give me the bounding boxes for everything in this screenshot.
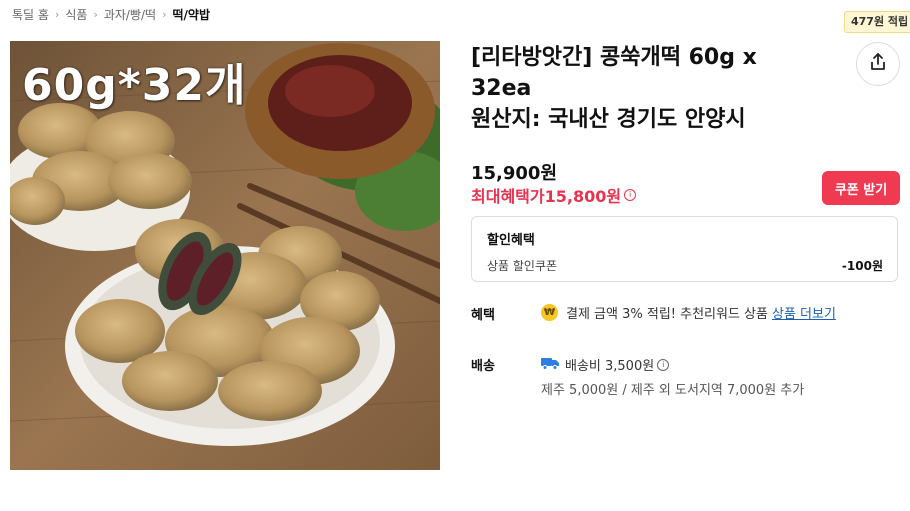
delivery-row: 배송비 3,500원 i: [541, 355, 670, 374]
more-products-link[interactable]: 상품 더보기: [772, 303, 836, 322]
info-icon[interactable]: i: [624, 189, 637, 201]
product-origin: 원산지: 국내산 경기도 안양시: [471, 107, 746, 132]
share-icon: [868, 52, 888, 76]
delivery-fee: 배송비 3,500원: [565, 359, 655, 374]
coupon-button[interactable]: 쿠폰 받기: [822, 171, 900, 205]
product-price: 15,900원: [471, 163, 558, 184]
max-benefit-value: 15,800원: [544, 187, 622, 206]
image-caption: 60g*32개: [22, 60, 247, 111]
chevron-right-icon: ›: [93, 7, 98, 21]
benefit-row: ₩ 결제 금액 3% 적립! 추천리워드 상품 상품 더보기: [541, 303, 836, 322]
chevron-right-icon: ›: [162, 7, 167, 21]
delivery-note: 제주 5,000원 / 제주 외 도서지역 7,000원 추가: [541, 383, 805, 398]
breadcrumb-item-snacks[interactable]: 과자/빵/떡: [104, 6, 156, 23]
breadcrumb-item-rice-cake[interactable]: 떡/약밥: [173, 6, 211, 23]
discount-row-label: 상품 할인쿠폰: [487, 259, 558, 273]
benefit-label: 혜택: [471, 308, 495, 323]
max-benefit-price: 최대혜택가 15,800원 i: [471, 183, 637, 207]
truck-icon: [541, 356, 559, 374]
benefit-text: 결제 금액 3% 적립! 추천리워드 상품: [566, 307, 768, 322]
product-title-line: [리타방앗간] 콩쑥개떡 60g x: [471, 45, 757, 70]
won-coin-icon: ₩: [541, 304, 558, 321]
breadcrumb-item-home[interactable]: 톡딜 홈: [12, 6, 49, 23]
product-title-line: 32ea: [471, 76, 532, 101]
discount-title: 할인혜택: [487, 233, 535, 248]
reward-badge: 477원 적립: [844, 11, 910, 33]
delivery-label: 배송: [471, 359, 495, 374]
breadcrumb: 톡딜 홈 › 식품 › 과자/빵/떡 › 떡/약밥: [12, 4, 210, 24]
discount-row-value: -100원: [841, 259, 883, 273]
chevron-right-icon: ›: [54, 7, 60, 21]
discount-box: 할인혜택 상품 할인쿠폰 -100원: [471, 216, 898, 282]
product-title: [리타방앗간] 콩쑥개떡 60g x 32ea 원산지: 국내산 경기도 안양시: [471, 42, 826, 135]
max-benefit-label: 최대혜택가: [471, 187, 545, 206]
breadcrumb-item-food[interactable]: 식품: [65, 6, 87, 23]
info-icon[interactable]: i: [657, 358, 670, 371]
product-image[interactable]: 60g*32개: [10, 41, 440, 470]
share-button[interactable]: [856, 42, 900, 86]
